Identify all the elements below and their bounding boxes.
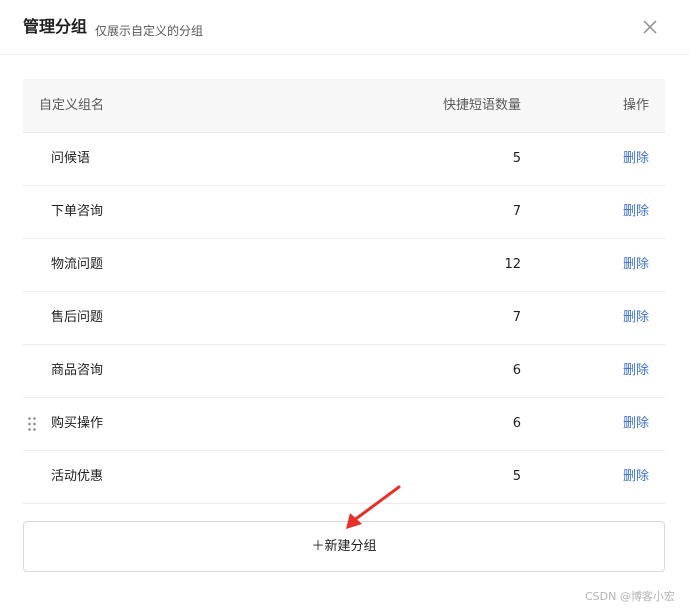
group-name: 购买操作 [51,416,104,431]
close-icon[interactable] [641,18,659,36]
column-header-name: 自定义组名 [39,98,105,113]
delete-link[interactable]: 删除 [623,186,649,238]
phrase-count: 5 [512,151,521,166]
delete-link[interactable]: 删除 [623,398,649,450]
phrase-count: 6 [512,363,521,378]
phrase-count: 5 [512,469,521,484]
manage-groups-dialog: 管理分组 仅展示自定义的分组 自定义组名 快捷短语数量 操作 问候语 5 删除 … [0,0,689,612]
table-row[interactable]: 活动优惠 5 删除 [23,451,665,504]
group-name: 物流问题 [51,257,104,272]
drag-handle-icon[interactable] [27,416,37,432]
delete-link[interactable]: 删除 [623,345,649,397]
group-name: 活动优惠 [51,469,104,484]
phrase-count: 6 [512,416,521,431]
phrase-count: 7 [512,204,521,219]
group-name: 售后问题 [51,310,104,325]
column-header-count: 快捷短语数量 [442,98,521,113]
table-row[interactable]: 商品咨询 6 删除 [23,345,665,398]
groups-table: 自定义组名 快捷短语数量 操作 问候语 5 删除 下单咨询 7 删除 物流问题 … [23,79,665,504]
delete-link[interactable]: 删除 [623,451,649,503]
table-row[interactable]: 物流问题 12 删除 [23,239,665,292]
table-row[interactable]: 购买操作 6 删除 [23,398,665,451]
table-row[interactable]: 售后问题 7 删除 [23,292,665,345]
group-name: 下单咨询 [51,204,104,219]
phrase-count: 12 [504,257,521,272]
dialog-header: 管理分组 仅展示自定义的分组 [0,0,689,55]
phrase-count: 7 [512,310,521,325]
delete-link[interactable]: 删除 [623,292,649,344]
table-row[interactable]: 下单咨询 7 删除 [23,186,665,239]
delete-link[interactable]: 删除 [623,133,649,185]
table-row[interactable]: 问候语 5 删除 [23,133,665,186]
watermark-text: CSDN @博客小宏 [585,590,675,603]
add-group-button[interactable]: ＋新建分组 [23,521,665,572]
delete-link[interactable]: 删除 [623,239,649,291]
column-header-operation: 操作 [622,98,649,113]
table-header: 自定义组名 快捷短语数量 操作 [23,79,665,133]
dialog-subtitle: 仅展示自定义的分组 [95,24,204,38]
dialog-title: 管理分组 [23,17,88,36]
group-name: 问候语 [51,151,91,166]
group-name: 商品咨询 [51,363,104,378]
